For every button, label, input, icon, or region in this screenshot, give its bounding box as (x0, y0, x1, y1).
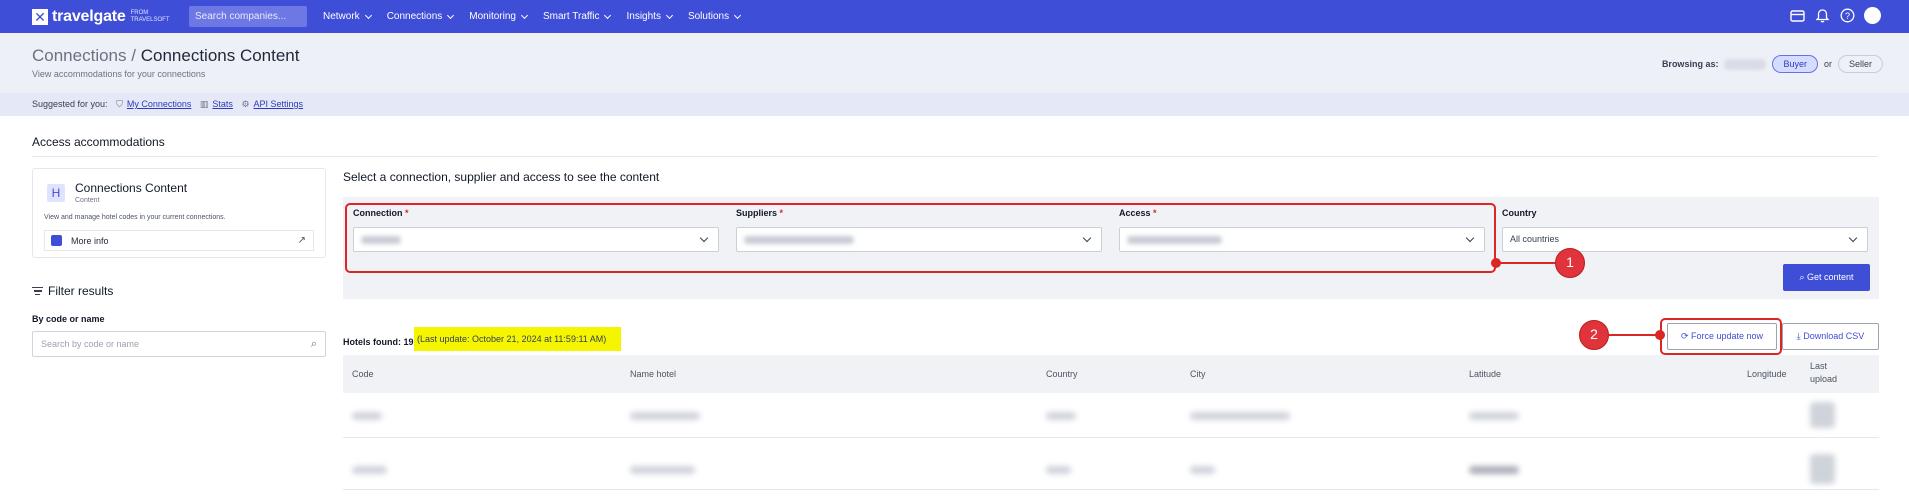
nav-network[interactable]: Network (323, 11, 372, 22)
api-settings-link[interactable]: API Settings (254, 99, 304, 109)
chevron-down-icon (1848, 233, 1858, 243)
chevron-down-icon (734, 11, 742, 19)
bar-chart-icon: ▥ (199, 99, 209, 109)
th-city[interactable]: City (1190, 369, 1206, 379)
top-icons: ? (1781, 7, 1881, 24)
table-row[interactable] (343, 394, 1879, 438)
last-update-text: (Last update: October 21, 2024 at 11:59:… (414, 327, 621, 351)
page-subtitle: View accommodations for your connections (32, 69, 206, 79)
annotation-line-1 (1498, 262, 1555, 264)
card-description: View and manage hotel codes in your curr… (44, 214, 226, 221)
more-info-link[interactable]: More info ↗ (44, 230, 314, 251)
divider (32, 156, 1878, 157)
country-label: Country (1502, 208, 1537, 218)
search-icon: ⌕ (1799, 272, 1807, 282)
top-navbar: ✕ travelgate FROM TRAVELSOFT Search comp… (0, 0, 1909, 33)
buyer-toggle[interactable]: Buyer (1772, 55, 1818, 73)
stats-link[interactable]: Stats (212, 99, 233, 109)
chevron-down-icon (665, 11, 673, 19)
annotation-box-2 (1660, 318, 1782, 355)
settings-icon: ⚙ (241, 99, 250, 109)
annotation-line-2 (1609, 334, 1657, 336)
page-header: Connections / Connections Content View a… (0, 33, 1909, 93)
get-content-button[interactable]: ⌕ Get content (1783, 264, 1870, 291)
nav-connections[interactable]: Connections (387, 11, 455, 22)
billing-icon[interactable] (1789, 7, 1806, 24)
th-last-upload[interactable]: Last upload (1810, 360, 1850, 386)
external-link-icon: ↗ (297, 235, 306, 246)
chevron-down-icon (447, 11, 455, 19)
seller-toggle[interactable]: Seller (1837, 55, 1883, 73)
info-doc-icon (51, 235, 62, 246)
filter-label: By code or name (32, 314, 105, 324)
filter-icon (32, 285, 43, 297)
th-country[interactable]: Country (1046, 369, 1078, 379)
page-title: Connections Content (140, 46, 300, 65)
help-icon[interactable]: ? (1839, 7, 1856, 24)
filter-title: Filter results (32, 284, 113, 298)
section-title: Access accommodations (32, 135, 165, 149)
nav-solutions[interactable]: Solutions (688, 11, 742, 22)
my-connections-link[interactable]: My Connections (127, 99, 192, 109)
th-name-hotel[interactable]: Name hotel (630, 369, 676, 379)
search-icon: ⌕ (310, 338, 317, 350)
annotation-box-1 (345, 203, 1496, 273)
nav-monitoring[interactable]: Monitoring (469, 11, 529, 22)
brand-sub: FROM TRAVELSOFT (130, 10, 170, 23)
th-code[interactable]: Code (352, 369, 374, 379)
th-latitude[interactable]: Latitude (1469, 369, 1501, 379)
chevron-down-icon (520, 11, 529, 19)
download-csv-button[interactable]: ⤓ Download CSV (1782, 323, 1879, 350)
hotels-found-count: Hotels found: 19. (343, 337, 417, 347)
table-row[interactable] (343, 446, 1879, 490)
bell-icon[interactable] (1814, 7, 1831, 24)
hotel-icon: H (47, 184, 65, 202)
suggested-bar: Suggested for you: ⛉ My Connections ▥ Stat… (0, 93, 1909, 116)
nav-smart-traffic[interactable]: Smart Traffic (543, 11, 612, 22)
product-card: H Connections Content Content View and m… (32, 168, 326, 258)
user-avatar-icon[interactable] (1864, 7, 1881, 24)
browsing-as: Browsing as: Buyer or Seller (1662, 55, 1883, 73)
annotation-badge-2: 2 (1579, 320, 1609, 350)
logo-mark-icon: ✕ (32, 9, 48, 25)
company-name-blurred (1724, 58, 1767, 70)
main-title: Select a connection, supplier and access… (343, 170, 660, 184)
company-search-input[interactable]: Search companies... (189, 6, 307, 27)
svg-text:?: ? (1845, 11, 1850, 21)
breadcrumb: Connections / Connections Content (32, 46, 300, 65)
table-header: Code Name hotel Country City Latitude Lo… (343, 355, 1879, 393)
card-subtitle: Content (75, 197, 100, 204)
brand-name: travelgate (52, 8, 126, 25)
filter-search-input[interactable]: Search by code or name ⌕ (32, 331, 326, 357)
main-nav: Network Connections Monitoring Smart Tra… (323, 0, 756, 33)
brand-logo[interactable]: ✕ travelgate FROM TRAVELSOFT (32, 8, 170, 26)
nav-insights[interactable]: Insights (626, 11, 673, 22)
card-title: Connections Content (75, 181, 188, 195)
chevron-down-icon (604, 11, 612, 19)
shield-icon: ⛉ (116, 99, 123, 109)
chevron-down-icon (364, 11, 372, 19)
annotation-badge-1: 1 (1555, 248, 1585, 278)
breadcrumb-parent[interactable]: Connections (32, 46, 127, 65)
th-longitude[interactable]: Longitude (1747, 369, 1787, 379)
country-select[interactable]: All countries (1502, 227, 1868, 252)
